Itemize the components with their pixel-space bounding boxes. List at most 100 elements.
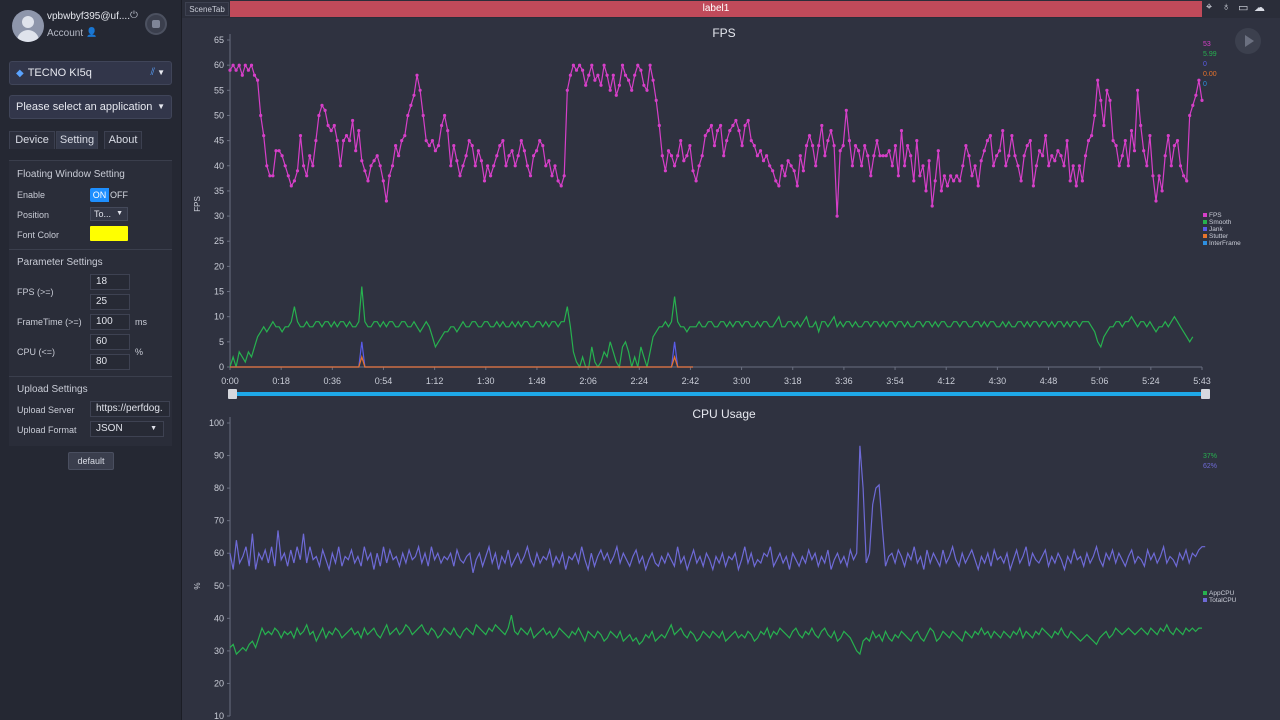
fps-x-tick-label: 4:30 <box>989 376 1007 386</box>
fps-data-point <box>899 129 904 133</box>
avatar[interactable] <box>12 10 44 42</box>
fps-data-point <box>666 149 671 153</box>
cpu-y-tick-label: 70 <box>214 516 224 526</box>
fps-data-point <box>608 88 612 92</box>
fps-data-point <box>1120 154 1124 158</box>
fps-data-point <box>1037 149 1042 153</box>
fps-data-point <box>774 179 778 183</box>
device-select[interactable]: ◆ TECNO KI5q ⫽ ▼ <box>9 61 172 85</box>
fps-legend-swatch <box>1203 241 1207 245</box>
fps-data-point <box>973 164 977 168</box>
fps-data-point <box>826 139 830 143</box>
fps-data-point <box>479 159 483 163</box>
app-select[interactable]: Please select an application ▼ <box>9 95 172 119</box>
upload-settings-title: Upload Settings <box>17 384 88 395</box>
cpu-min-input[interactable]: 60 <box>90 334 130 350</box>
fps-data-point <box>1142 149 1146 153</box>
label-tab[interactable]: label1 <box>230 1 1202 17</box>
fps-data-point <box>1010 134 1014 138</box>
fps-data-point <box>326 123 330 128</box>
fps-x-tick-label: 2:06 <box>579 376 597 386</box>
upload-format-select[interactable]: JSON ▼ <box>90 421 164 437</box>
tab-device[interactable]: Device <box>9 131 55 149</box>
fps-data-point <box>1022 154 1026 158</box>
lightbulb-icon[interactable]: ♁ <box>1222 1 1230 13</box>
fps-data-point <box>525 164 529 168</box>
fps-data-point <box>1105 88 1109 92</box>
tab-setting[interactable]: Setting <box>56 131 98 149</box>
fps-data-point <box>574 68 579 72</box>
stop-button[interactable] <box>145 13 167 35</box>
enable-toggle[interactable]: ON OFF <box>90 188 128 202</box>
cpu-series-line-appcpu <box>229 614 1202 656</box>
scene-tab[interactable]: SceneTab <box>185 2 229 16</box>
fps-data-point <box>541 144 545 148</box>
fps-x-tick-label: 4:48 <box>1040 376 1058 386</box>
charts-svg: FPS FPS 05101520253035404550556065 0:00 0… <box>193 26 1241 720</box>
fps-x-tick-label: 1:30 <box>477 376 495 386</box>
tab-about[interactable]: About <box>104 131 142 149</box>
fps-data-point <box>578 63 582 67</box>
fps-data-point <box>682 159 686 163</box>
fps-data-point <box>783 174 787 178</box>
fps-legend-label: FPS <box>1209 212 1222 219</box>
fps-x-tick-label: 0:00 <box>221 376 239 386</box>
upload-server-input[interactable]: https://perfdog. <box>90 401 170 417</box>
fps-data-point <box>452 144 456 148</box>
fps-data-point <box>1059 154 1063 158</box>
fps-x-tick-label: 0:54 <box>375 376 393 386</box>
fps-data-point <box>590 63 594 67</box>
settings-panel: Floating Window Setting Enable ON OFF Po… <box>9 160 172 446</box>
time-range-slider[interactable] <box>235 392 1205 396</box>
fps-x-tick-label: 5:24 <box>1142 376 1160 386</box>
fps-data-point <box>394 144 398 148</box>
fps-data-point <box>237 63 241 67</box>
fps-max-input[interactable]: 25 <box>90 294 130 310</box>
frametime-input[interactable]: 100 <box>90 314 130 330</box>
fps-data-point <box>801 169 806 173</box>
upload-server-label: Upload Server <box>17 405 75 415</box>
fps-data-point <box>991 164 996 168</box>
divider <box>9 376 172 377</box>
cpu-max-input[interactable]: 80 <box>90 354 130 370</box>
fps-data-point <box>363 169 367 173</box>
fps-data-point <box>1096 78 1100 82</box>
fps-data-point <box>798 154 802 158</box>
toggle-on[interactable]: ON <box>90 188 109 202</box>
account-label[interactable]: Account <box>47 28 83 39</box>
fps-data-point <box>252 73 257 77</box>
fps-data-point <box>903 164 907 168</box>
default-button[interactable]: default <box>68 452 114 470</box>
cpu-legend: AppCPUTotalCPU <box>1203 590 1237 604</box>
fps-data-point <box>302 164 306 168</box>
android-icon: ◆ <box>16 68 24 79</box>
position-select[interactable]: To... ▼ <box>90 207 128 221</box>
fps-data-point <box>1175 139 1180 143</box>
slider-handle-left[interactable] <box>228 389 237 399</box>
cloud-icon[interactable]: ☁ <box>1254 1 1265 14</box>
divider <box>9 249 172 250</box>
fps-y-tick-label: 25 <box>214 236 224 246</box>
toggle-off[interactable]: OFF <box>110 188 128 202</box>
fps-data-point <box>277 149 281 153</box>
fps-x-tick-label: 3:54 <box>886 376 904 386</box>
wifi-icon: ⫽ <box>150 67 155 78</box>
slider-handle-right[interactable] <box>1201 389 1210 399</box>
fps-data-point <box>418 88 422 92</box>
fps-data-point <box>571 63 575 67</box>
font-color-swatch[interactable] <box>90 226 128 241</box>
fps-data-point <box>427 144 431 148</box>
cpu-y-tick-label: 100 <box>209 418 224 428</box>
location-pin-icon[interactable]: ⌖ <box>1206 1 1212 14</box>
fps-data-point <box>314 139 318 143</box>
fps-data-point <box>752 144 756 148</box>
fps-data-point <box>623 73 628 77</box>
fps-data-point <box>397 154 401 158</box>
fps-data-point <box>804 144 809 148</box>
play-button[interactable] <box>1235 28 1261 54</box>
folder-icon[interactable]: ▭ <box>1238 1 1248 14</box>
person-icon[interactable]: 👤 <box>86 27 97 38</box>
power-icon[interactable]: ⏻ <box>130 10 138 21</box>
fps-min-input[interactable]: 18 <box>90 274 130 290</box>
fps-data-point <box>1129 129 1134 133</box>
